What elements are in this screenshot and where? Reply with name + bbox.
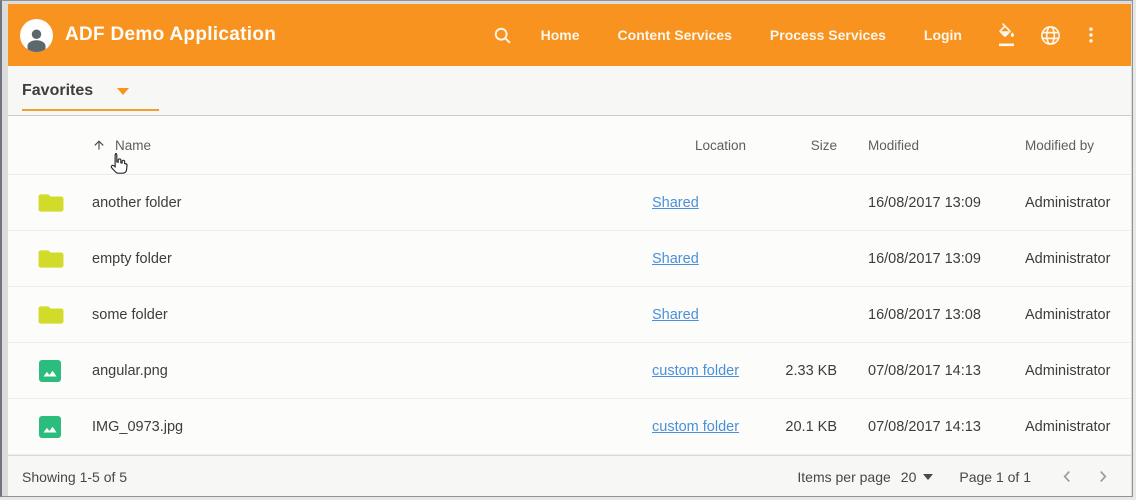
modified-date: 16/08/2017 13:08	[837, 307, 1019, 323]
modified-by: Administrator	[1019, 251, 1131, 267]
table-row[interactable]: empty folder Shared 16/08/2017 13:09 Adm…	[8, 231, 1131, 287]
image-file-icon	[32, 415, 92, 439]
column-header-location[interactable]: Location	[652, 138, 758, 153]
modified-date: 16/08/2017 13:09	[837, 195, 1019, 211]
file-size: 20.1 KB	[758, 419, 837, 435]
file-name[interactable]: IMG_0973.jpg	[92, 419, 652, 435]
table-row[interactable]: IMG_0973.jpg custom folder 20.1 KB 07/08…	[8, 399, 1131, 455]
modified-by: Administrator	[1019, 307, 1131, 323]
favorites-dropdown[interactable]: Favorites	[22, 82, 159, 111]
file-name[interactable]: some folder	[92, 307, 652, 323]
person-icon	[23, 25, 50, 52]
table-header-row: Name Location Size Modified Modified by	[8, 116, 1131, 175]
document-list: Name Location Size Modified Modified by …	[8, 116, 1131, 455]
app-header: ADF Demo Application Home Content Servic…	[8, 4, 1131, 66]
chevron-left-icon[interactable]	[1057, 466, 1078, 487]
modified-by: Administrator	[1019, 195, 1131, 211]
modified-date: 16/08/2017 13:09	[837, 251, 1019, 267]
location-link[interactable]: custom folder	[652, 419, 739, 435]
file-size: 2.33 KB	[758, 363, 837, 379]
modified-by: Administrator	[1019, 363, 1131, 379]
more-vert-icon[interactable]	[1081, 25, 1101, 45]
column-header-modified-by[interactable]: Modified by	[1019, 138, 1131, 153]
table-row[interactable]: angular.png custom folder 2.33 KB 07/08/…	[8, 343, 1131, 399]
pagination-bar: Showing 1-5 of 5 Items per page 20 Page …	[8, 455, 1131, 497]
app-window: ADF Demo Application Home Content Servic…	[0, 0, 1133, 497]
theme-fill-icon[interactable]	[996, 23, 1020, 47]
language-globe-icon[interactable]	[1039, 24, 1062, 47]
column-header-name[interactable]: Name	[32, 138, 652, 153]
sort-ascending-icon	[92, 138, 106, 152]
folder-icon	[32, 192, 92, 214]
image-file-icon	[32, 359, 92, 383]
search-icon[interactable]	[492, 25, 513, 46]
modified-date: 07/08/2017 14:13	[837, 419, 1019, 435]
location-link[interactable]: Shared	[652, 251, 699, 267]
caret-down-icon	[923, 474, 933, 480]
view-selector-bar: Favorites	[8, 66, 1131, 116]
header-navigation: Home Content Services Process Services L…	[541, 27, 962, 43]
file-name[interactable]: another folder	[92, 195, 652, 211]
header-action-icons	[996, 23, 1101, 47]
location-link[interactable]: custom folder	[652, 363, 739, 379]
column-header-size[interactable]: Size	[758, 138, 837, 153]
favorites-label: Favorites	[22, 82, 93, 100]
caret-down-icon	[117, 88, 129, 95]
file-name[interactable]: angular.png	[92, 363, 652, 379]
folder-icon	[32, 304, 92, 326]
nav-content-services[interactable]: Content Services	[618, 27, 732, 43]
table-row[interactable]: another folder Shared 16/08/2017 13:09 A…	[8, 175, 1131, 231]
page-info: Page 1 of 1	[959, 469, 1031, 485]
app-title: ADF Demo Application	[65, 24, 276, 46]
items-per-page: Items per page 20	[797, 469, 933, 485]
adf-demo-app: ADF Demo Application Home Content Servic…	[8, 4, 1131, 495]
nav-home[interactable]: Home	[541, 27, 580, 43]
file-name[interactable]: empty folder	[92, 251, 652, 267]
nav-login[interactable]: Login	[924, 27, 962, 43]
modified-by: Administrator	[1019, 419, 1131, 435]
showing-count: Showing 1-5 of 5	[22, 469, 127, 485]
nav-process-services[interactable]: Process Services	[770, 27, 886, 43]
chevron-right-icon[interactable]	[1092, 466, 1113, 487]
column-header-modified[interactable]: Modified	[837, 138, 1019, 153]
user-avatar[interactable]	[20, 19, 53, 52]
folder-icon	[32, 248, 92, 270]
modified-date: 07/08/2017 14:13	[837, 363, 1019, 379]
table-row[interactable]: some folder Shared 16/08/2017 13:08 Admi…	[8, 287, 1131, 343]
location-link[interactable]: Shared	[652, 307, 699, 323]
items-per-page-select[interactable]: 20	[901, 469, 934, 485]
location-link[interactable]: Shared	[652, 195, 699, 211]
items-per-page-label: Items per page	[797, 469, 890, 485]
